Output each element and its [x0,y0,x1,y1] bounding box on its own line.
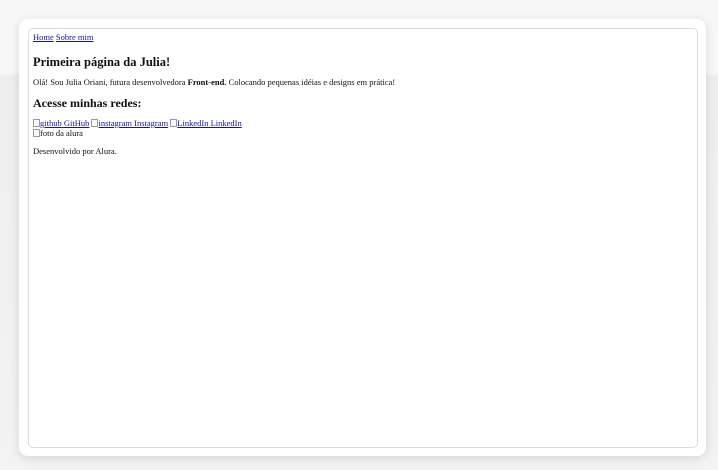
instagram-icon-alt: instagram [98,117,133,128]
linkedin-link[interactable]: LinkedIn LinkedIn [170,117,242,128]
page-viewport: Home Sobre mim Primeira página da Julia!… [28,28,698,448]
networks-heading: Acesse minhas redes: [33,96,142,111]
social-links: github GitHub instagram Instagram Linked… [33,117,693,129]
photo-broken-icon [33,128,40,137]
photo-alt-text: foto da alura [40,127,83,138]
browser-card: Home Sobre mim Primeira página da Julia!… [19,19,706,456]
profile-photo: foto da alura [33,127,693,139]
instagram-label: Instagram [134,117,169,128]
instagram-link[interactable]: instagram Instagram [91,118,168,128]
github-link[interactable]: github GitHub [33,118,89,128]
screen-background: Home Sobre mim Primeira página da Julia!… [0,0,718,470]
page-title: Primeira página da Julia! [33,55,171,69]
footer-text: Desenvolvido por Alura. [33,146,117,157]
github-label: GitHub [63,117,90,128]
linkedin-icon-alt: LinkedIn [177,117,209,128]
intro-bold-text: Front-end. [187,77,227,88]
nav-link-home[interactable]: Home [33,32,54,42]
intro-text-end: Colocando pequenas idéias e designs em p… [226,77,396,88]
page-content: Home Sobre mim Primeira página da Julia!… [33,32,693,165]
nav-link-about[interactable]: Sobre mim [56,32,94,42]
github-icon [33,118,40,127]
intro-text-start: Olá! Sou Julia Oriani, futura desenvolve… [33,77,188,88]
linkedin-label: LinkedIn [210,117,242,128]
intro-paragraph: Olá! Sou Julia Oriani, futura desenvolve… [33,77,693,88]
github-icon-alt: github [40,117,62,128]
top-nav: Home Sobre mim [33,32,693,45]
